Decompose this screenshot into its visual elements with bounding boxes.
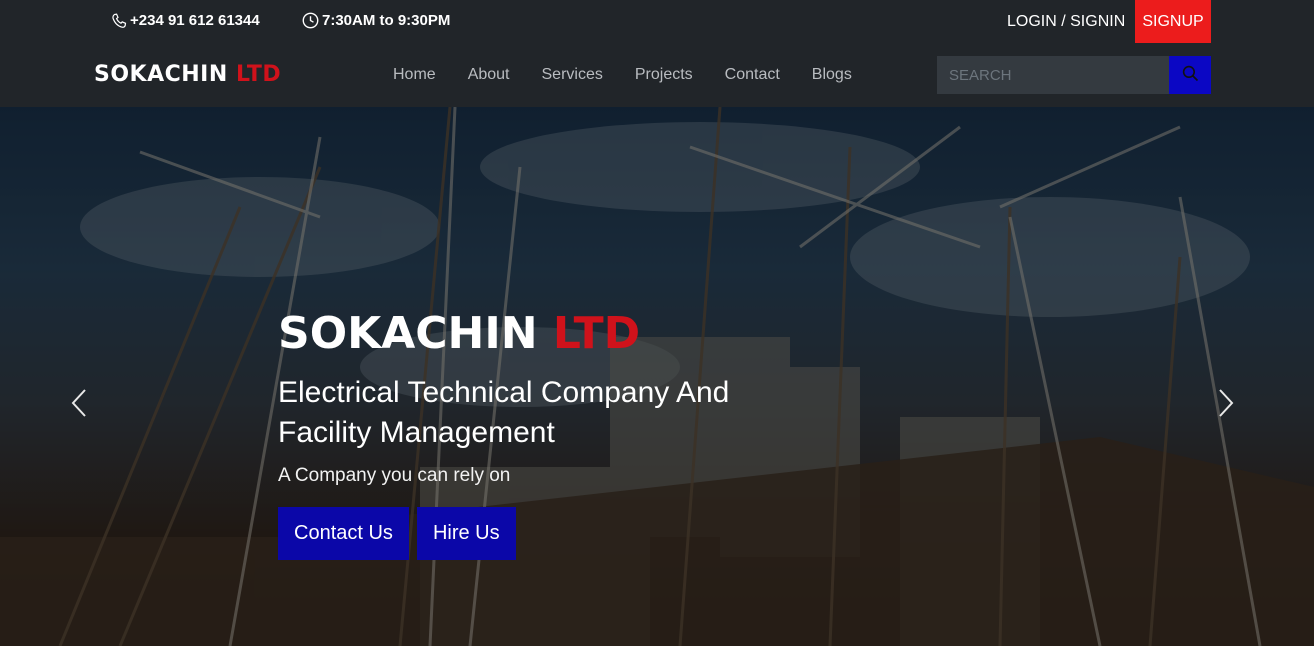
- hero-buttons: Contact Us Hire Us: [278, 507, 798, 560]
- search-input[interactable]: [937, 56, 1169, 94]
- contact-us-button[interactable]: Contact Us: [278, 507, 409, 560]
- nav-item-projects[interactable]: Projects: [635, 66, 693, 84]
- search-icon: [1182, 65, 1199, 85]
- phone-number: +234 91 612 61344: [130, 12, 260, 29]
- hero-subtitle: Electrical Technical Company And Facilit…: [278, 376, 730, 449]
- search-button[interactable]: [1169, 56, 1211, 94]
- nav-item-home[interactable]: Home: [393, 66, 436, 84]
- signup-button[interactable]: SIGNUP: [1135, 0, 1211, 43]
- brand-suffix: LTD: [235, 62, 282, 87]
- hero-caption: SOKACHIN LTD Electrical Technical Compan…: [278, 307, 798, 560]
- carousel-prev-button[interactable]: [64, 388, 94, 423]
- brand-logo[interactable]: SOKACHIN LTD: [94, 62, 281, 87]
- clock-icon: [302, 12, 319, 29]
- hero-tagline: A Company you can rely on: [278, 465, 511, 486]
- main-navbar: SOKACHIN LTD Home About Services Project…: [0, 44, 1314, 107]
- phone-contact: +234 91 612 61344: [111, 12, 260, 29]
- hire-us-button[interactable]: Hire Us: [416, 507, 516, 560]
- search-form: [937, 56, 1211, 94]
- hero-carousel: SOKACHIN LTD Electrical Technical Compan…: [0, 107, 1314, 646]
- hero-title: SOKACHIN LTD: [278, 307, 798, 361]
- carousel-next-button[interactable]: [1211, 388, 1241, 423]
- top-bar: +234 91 612 61344 7:30AM to 9:30PM LOGIN…: [0, 0, 1314, 44]
- chevron-right-icon: [1217, 388, 1235, 423]
- hero-title-main: SOKACHIN: [278, 308, 538, 359]
- hero-title-accent: LTD: [552, 308, 641, 359]
- login-link[interactable]: LOGIN / SIGNIN: [1007, 13, 1125, 31]
- hours-text: 7:30AM to 9:30PM: [322, 12, 451, 29]
- nav-item-blogs[interactable]: Blogs: [812, 66, 852, 84]
- chevron-left-icon: [70, 388, 88, 423]
- nav-menu: Home About Services Projects Contact Blo…: [393, 66, 884, 84]
- nav-item-services[interactable]: Services: [542, 66, 603, 84]
- phone-icon: [111, 13, 127, 29]
- opening-hours: 7:30AM to 9:30PM: [302, 12, 450, 29]
- brand-name: SOKACHIN: [94, 62, 228, 87]
- nav-item-about[interactable]: About: [468, 66, 510, 84]
- nav-item-contact[interactable]: Contact: [725, 66, 780, 84]
